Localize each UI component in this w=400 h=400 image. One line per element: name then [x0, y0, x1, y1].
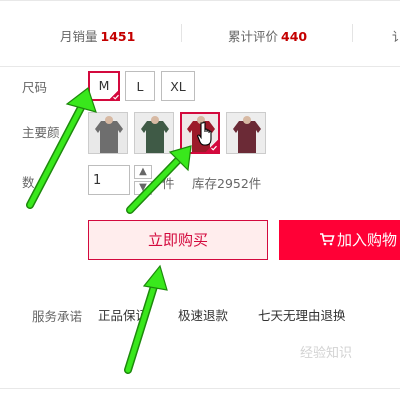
green-shirt-image	[135, 113, 173, 153]
service-label: 服务承诺	[32, 309, 83, 324]
quantity-unit: 件	[162, 176, 175, 191]
divider	[0, 388, 400, 389]
size-label: 尺码	[22, 80, 48, 95]
color-swatch-gray[interactable]	[88, 112, 128, 154]
service-item[interactable]: 七天无理由退换	[258, 305, 346, 324]
total-reviews-value: 440	[281, 29, 308, 44]
quantity-increase-button[interactable]: ▲	[134, 165, 152, 179]
total-reviews[interactable]: 累计评价 440	[228, 26, 307, 45]
add-to-cart-label: 加入购物	[337, 231, 398, 249]
buy-now-button[interactable]: 立即购买	[88, 220, 268, 260]
arrow-to-size	[26, 87, 97, 209]
divider	[0, 0, 400, 1]
buy-now-label: 立即购买	[147, 231, 208, 249]
quantity-label: 数	[22, 175, 35, 190]
selected-check-icon	[108, 89, 120, 101]
color-swatch-green[interactable]	[134, 112, 174, 154]
add-to-cart-button[interactable]: 加入购物	[279, 220, 400, 260]
divider	[181, 24, 182, 42]
monthly-sales: 月销量 1451	[60, 29, 136, 44]
color-swatch-wine[interactable]	[226, 112, 266, 154]
quantity-input[interactable]	[88, 165, 130, 195]
monthly-sales-value: 1451	[100, 29, 136, 44]
gray-shirt-image	[89, 113, 127, 153]
hand-cursor-icon	[197, 121, 212, 146]
size-option-l[interactable]: L	[125, 71, 155, 101]
third-stat-label: 讠	[392, 29, 400, 44]
stock-text: 库存2952件	[192, 176, 262, 191]
color-label: 主要颜	[22, 125, 60, 140]
watermark-logo: 经验知识	[300, 346, 353, 361]
cart-icon	[320, 233, 335, 246]
service-item[interactable]: 极速退款	[178, 305, 228, 324]
stats-bar: 月销量 1451 累计评价 440 讠	[0, 0, 400, 67]
service-item[interactable]: 正品保证	[98, 305, 148, 324]
size-option-m[interactable]: M	[88, 71, 120, 101]
wine-shirt-image	[227, 113, 265, 153]
quantity-decrease-button[interactable]: ▼	[134, 181, 152, 195]
divider	[352, 24, 353, 42]
size-option-xl[interactable]: XL	[161, 71, 195, 101]
size-option-label: L	[136, 79, 144, 94]
size-option-label: XL	[170, 79, 186, 94]
